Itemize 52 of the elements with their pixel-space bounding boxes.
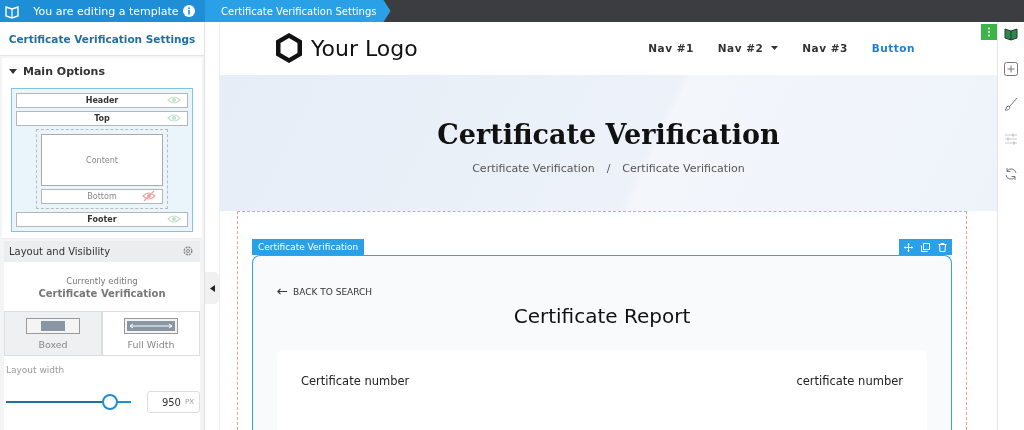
page-title: Certificate Verification (437, 118, 780, 150)
row-label: Top (94, 114, 110, 123)
field-label: Certificate number (301, 374, 410, 388)
copy-icon[interactable] (921, 242, 930, 252)
breadcrumb-link[interactable]: Certificate Verification (622, 161, 745, 175)
eye-off-icon[interactable] (142, 190, 156, 202)
section-header[interactable]: Main Options (2, 58, 202, 84)
arrow-left-icon (277, 288, 287, 295)
nav-link[interactable]: Nav #3 (802, 42, 848, 55)
brush-icon[interactable] (1004, 97, 1018, 111)
logo-text[interactable]: Your Logo (311, 35, 418, 61)
full-width-layout-icon (124, 317, 178, 334)
row-label: Bottom (87, 192, 117, 201)
gear-icon[interactable] (182, 245, 194, 257)
caption-text: Currently editing (65, 276, 139, 286)
nav-link[interactable]: Nav #2 (717, 42, 779, 55)
row-label: Header (85, 96, 119, 105)
boxed-layout-icon (26, 317, 80, 334)
hexagon-logo-icon[interactable] (275, 32, 303, 65)
layout-row[interactable]: Footer (16, 212, 188, 227)
info-icon[interactable] (183, 5, 195, 17)
trash-icon[interactable] (938, 242, 947, 252)
book-icon[interactable] (1003, 25, 1019, 41)
field-value: certificate number (796, 374, 903, 388)
row-label: Layout and Visibility (9, 245, 111, 257)
section-title: Main Options (23, 64, 105, 78)
breadcrumb-link[interactable]: Certificate Verification (472, 161, 595, 175)
notice-text: You are editing a template (32, 4, 180, 18)
panel-title: Certificate Verification Settings (0, 22, 204, 56)
add-icon[interactable] (1004, 62, 1018, 76)
row-label: Footer (87, 215, 117, 224)
layout-option[interactable]: Full Width (102, 311, 200, 356)
layout-row[interactable]: Bottom (41, 189, 163, 204)
field-label: Layout width (4, 362, 200, 380)
layout-visibility-row[interactable]: Layout and Visibility (4, 241, 200, 261)
report-title: Certificate Report (512, 304, 692, 328)
caret-left-icon (209, 284, 215, 292)
more-vertical-icon[interactable] (981, 24, 997, 40)
layout-row[interactable]: Header (16, 93, 188, 108)
slider-thumb[interactable] (101, 394, 118, 410)
back-link[interactable]: BACK TO SEARCH (277, 286, 373, 297)
refresh-icon[interactable] (1004, 167, 1018, 181)
content-block[interactable]: Content (41, 134, 163, 186)
move-icon[interactable] (904, 242, 913, 252)
element-name: Certificate Verification (37, 288, 167, 299)
collapse-handle[interactable] (205, 272, 219, 304)
breadcrumb-separator: / (606, 161, 611, 175)
width-slider[interactable] (6, 394, 131, 410)
nav-button[interactable]: Button (871, 42, 915, 55)
layout-row[interactable]: Top (16, 111, 188, 126)
sliders-icon (1004, 132, 1018, 146)
nav-link[interactable]: Nav #1 (648, 42, 694, 55)
